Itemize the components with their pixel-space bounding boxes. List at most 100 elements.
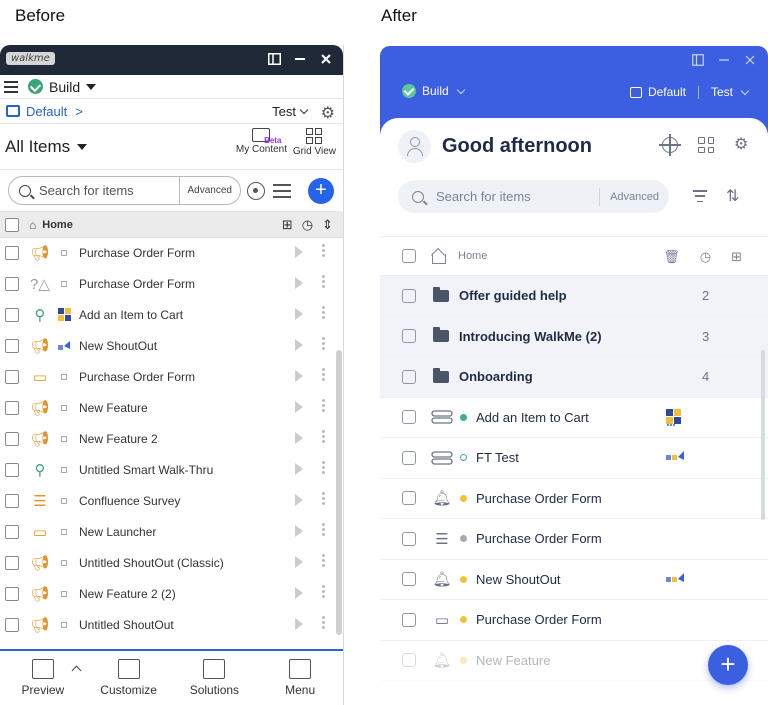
more-options-icon[interactable] [322,616,325,629]
item-checkbox[interactable] [5,617,19,632]
more-options-icon[interactable] [322,275,325,288]
hamburger-icon[interactable] [4,80,18,93]
test-env-dropdown[interactable]: Test [272,104,309,119]
play-icon[interactable] [295,463,303,475]
chevron-down-icon[interactable] [86,83,97,90]
more-options-icon[interactable] [322,399,325,412]
environment-link[interactable]: Default [26,104,67,119]
folder-row[interactable]: Introducing WalkMe (2) 3 [380,316,768,357]
solutions-button[interactable]: Solutions [172,651,258,705]
select-all-checkbox[interactable] [5,217,19,232]
list-item[interactable]: ▭ Purchase Order Form [380,600,768,641]
play-icon[interactable] [295,246,303,258]
list-item[interactable]: 🔔︎ New ShoutOut [380,560,768,600]
item-checkbox[interactable] [402,531,416,546]
item-checkbox[interactable] [402,329,416,344]
item-checkbox[interactable] [5,400,19,415]
more-options-icon[interactable] [322,523,325,536]
item-checkbox[interactable] [402,572,416,587]
play-icon[interactable] [295,494,303,506]
filter-icon[interactable] [693,190,707,202]
menu-button[interactable]: Menu [257,651,343,705]
sort-icon[interactable]: ⇅ [726,186,739,206]
more-options-icon[interactable] [322,492,325,505]
grid-icon[interactable] [698,137,714,153]
scrollbar[interactable] [761,350,765,520]
settings-gear-icon[interactable]: ⚙ [321,103,335,123]
trash-icon[interactable]: 🗑︎ [663,249,680,265]
item-checkbox[interactable] [5,493,19,508]
list-item[interactable]: Add an Item to Cart [380,398,768,438]
more-options-icon[interactable] [322,306,325,319]
all-items-dropdown[interactable]: All Items [5,137,88,157]
test-env-label[interactable]: Test [711,85,733,99]
more-options-icon[interactable] [322,554,325,567]
build-mode-label[interactable]: Build [49,79,80,95]
item-checkbox[interactable] [402,653,416,668]
folder-row[interactable]: Offer guided help 2 [380,276,768,317]
play-icon[interactable] [295,339,303,351]
search-input[interactable]: Search for items Advanced [8,176,241,205]
item-checkbox[interactable] [5,369,19,384]
item-checkbox[interactable] [402,288,416,303]
environment-selector[interactable]: Default Test [629,85,750,99]
play-icon[interactable] [295,618,303,630]
list-item[interactable]: FT Test [380,438,768,479]
grid-view-button[interactable]: Grid View [293,128,336,157]
close-icon[interactable] [319,51,333,67]
more-options-icon[interactable] [322,368,325,381]
environment-label[interactable]: Default [648,85,686,99]
play-icon[interactable] [295,277,303,289]
play-icon[interactable] [295,401,303,413]
advanced-search-button[interactable]: Advanced [178,177,240,204]
item-checkbox[interactable] [402,410,416,425]
list-item[interactable]: 📢︎ New Feature [0,392,343,423]
play-icon[interactable] [295,370,303,382]
item-checkbox[interactable] [5,338,19,353]
layout-icon[interactable] [267,51,281,67]
list-item[interactable]: 📢︎ New Feature 2 (2) [0,578,343,609]
customize-button[interactable]: Customize [86,651,172,705]
search-input[interactable]: Search for items Advanced [398,180,669,213]
more-options-icon[interactable] [322,430,325,443]
select-all-checkbox[interactable] [402,249,416,263]
item-checkbox[interactable] [5,245,19,260]
clock-icon[interactable]: ◷ [302,217,313,233]
add-item-button[interactable]: + [308,178,334,204]
my-content-button[interactable]: Beta My Content [236,128,287,155]
item-checkbox[interactable] [402,450,416,465]
list-item[interactable]: ▭ New Launcher [0,516,343,547]
list-item[interactable]: ⚲ Untitled Smart Walk-Thru [0,454,343,485]
home-folder-row[interactable]: Home 🗑︎ ◷ ⊞ [380,236,768,276]
item-checkbox[interactable] [5,555,19,570]
list-item[interactable]: ⚲ Add an Item to Cart [0,299,343,330]
more-options-icon[interactable] [322,244,325,257]
filter-sliders-icon[interactable] [273,182,291,200]
settings-gear-icon[interactable]: ⚙ [734,137,750,153]
clock-icon[interactable]: ◷ [700,249,711,265]
avatar[interactable] [398,130,431,163]
folder-row[interactable]: Onboarding 4 [380,357,768,398]
more-options-icon[interactable] [322,337,325,350]
home-folder-row[interactable]: ⌂ Home ⊞ ◷ ⇕ [0,212,343,238]
list-item[interactable]: ☰ Confluence Survey [0,485,343,516]
target-icon[interactable] [247,182,265,200]
list-item[interactable]: ☰ Purchase Order Form [380,519,768,560]
list-item[interactable]: 🔔︎ Purchase Order Form [380,479,768,519]
add-item-button[interactable]: + [708,645,748,685]
item-checkbox[interactable] [5,431,19,446]
item-checkbox[interactable] [5,276,19,291]
close-icon[interactable] [744,54,756,66]
play-icon[interactable] [295,587,303,599]
more-options-icon[interactable] [322,461,325,474]
list-item[interactable]: 📢︎ Untitled ShoutOut [0,609,343,640]
item-checkbox[interactable] [5,586,19,601]
new-folder-icon[interactable]: ⊞ [731,249,742,265]
sort-icon[interactable]: ⇕ [322,217,333,233]
item-checkbox[interactable] [5,524,19,539]
item-checkbox[interactable] [5,462,19,477]
more-options-icon[interactable] [322,585,325,598]
minimize-icon[interactable] [293,51,307,67]
build-mode-dropdown[interactable]: Build [402,84,465,98]
minimize-icon[interactable] [718,54,730,66]
